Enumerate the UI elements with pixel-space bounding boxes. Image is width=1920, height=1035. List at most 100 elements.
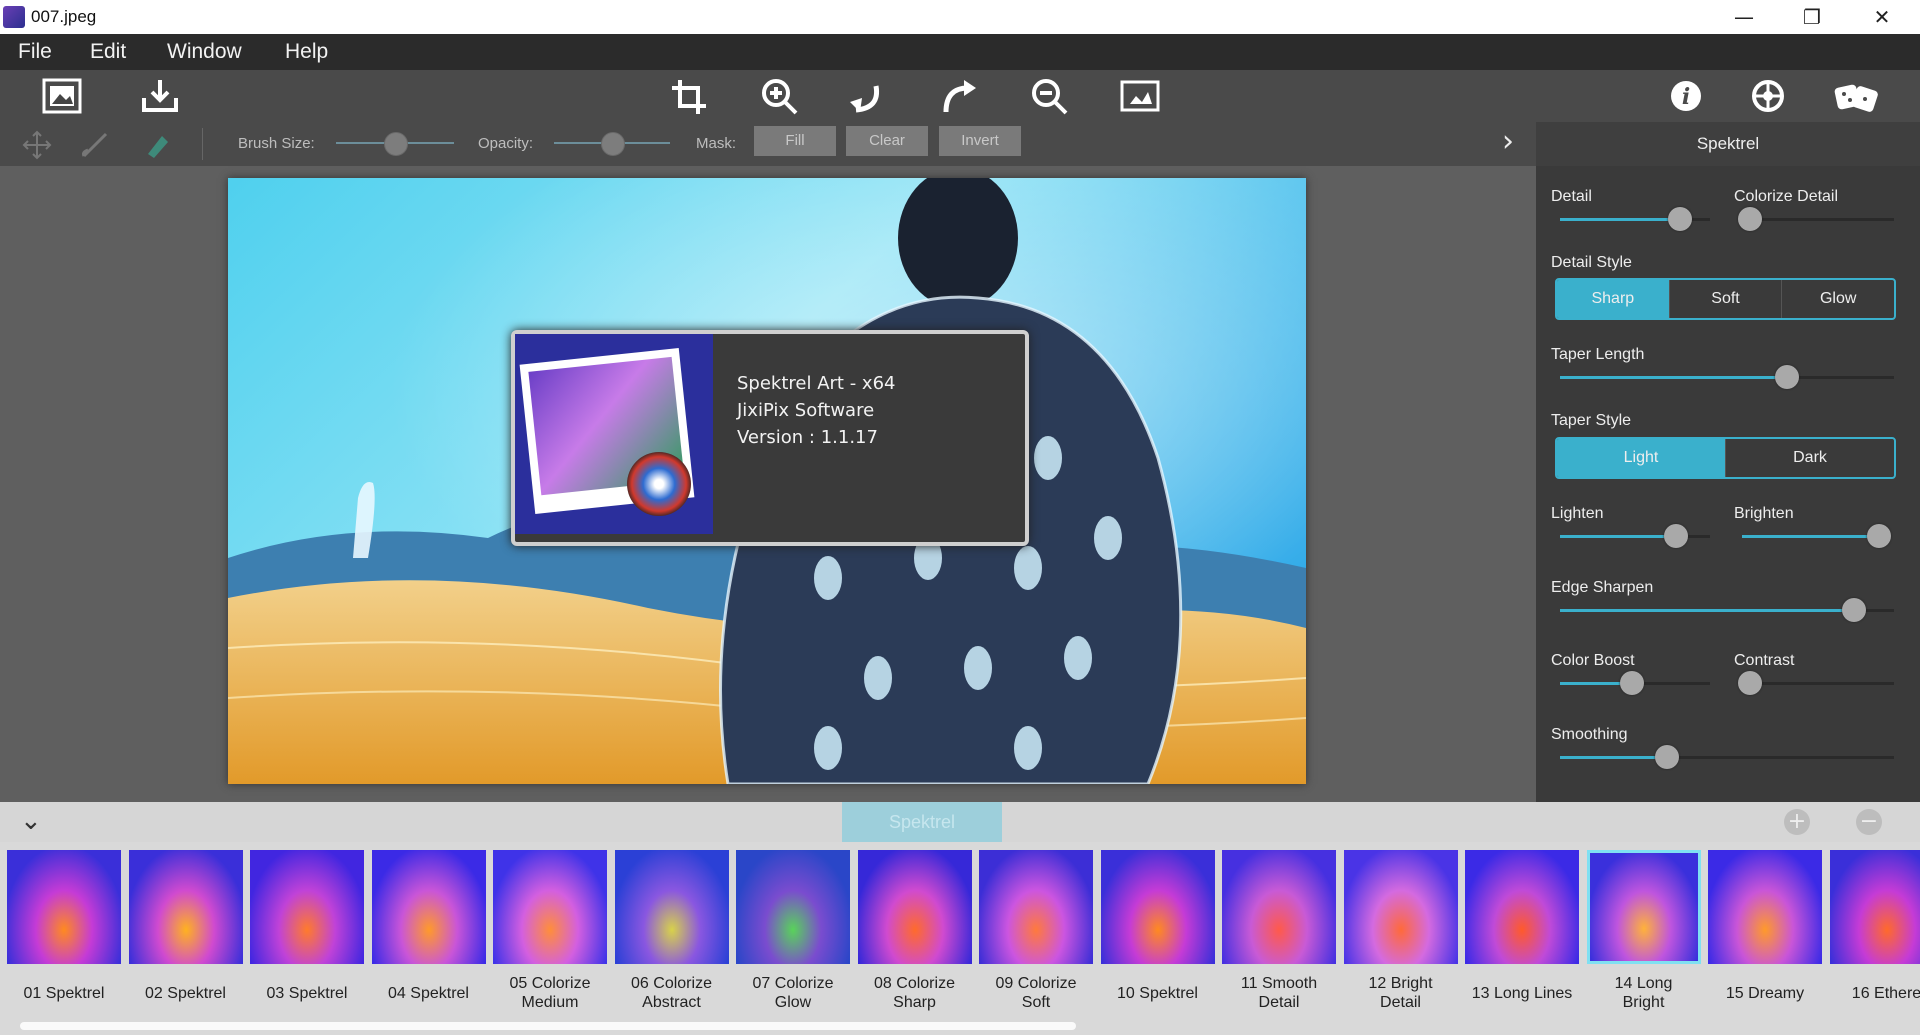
menu-help[interactable]: Help (285, 40, 328, 64)
preset-label[interactable]: 12 Bright Detail (1341, 974, 1461, 1012)
detail-label: Detail (1551, 188, 1592, 205)
detail-slider-knob[interactable] (1668, 207, 1692, 231)
edge-sharpen-slider-knob[interactable] (1841, 598, 1866, 622)
save-icon[interactable] (138, 76, 182, 116)
rotate-left-icon[interactable] (846, 76, 890, 116)
crop-icon[interactable] (668, 76, 712, 116)
mask-toolbar: Brush Size: Opacity: Mask: Fill Clear In… (0, 122, 1536, 166)
preset-label[interactable]: 14 Long Bright (1584, 974, 1704, 1012)
preset-label[interactable]: 13 Long Lines (1462, 984, 1582, 1003)
restore-button[interactable]: ❐ (1778, 0, 1846, 34)
lighten-slider-knob[interactable] (1663, 524, 1688, 548)
zoom-in-icon[interactable] (758, 76, 802, 116)
contrast-slider-knob[interactable] (1737, 671, 1762, 695)
mask-label: Mask: (696, 135, 737, 152)
brighten-slider-knob[interactable] (1867, 524, 1892, 548)
preset-thumbnail[interactable] (1708, 850, 1822, 964)
svg-text:i: i (1682, 84, 1690, 110)
preset-thumbnail[interactable] (736, 850, 850, 964)
random-dice-icon[interactable] (1832, 76, 1882, 116)
detail-style-label: Detail Style (1551, 254, 1632, 271)
minimize-button[interactable]: — (1710, 0, 1778, 34)
info-icon[interactable]: i (1664, 76, 1708, 116)
zoom-out-icon[interactable] (1028, 76, 1072, 116)
preset-label[interactable]: 01 Spektrel (4, 984, 124, 1003)
preset-label[interactable]: 09 Colorize Soft (976, 974, 1096, 1012)
preset-label[interactable]: 04 Spektrel (369, 984, 489, 1003)
title-bar: 007.jpeg — ❐ ✕ (0, 0, 1920, 34)
color-boost-slider-knob[interactable] (1620, 671, 1644, 695)
app-icon (3, 6, 25, 28)
preset-label[interactable]: 06 Colorize Abstract (612, 974, 732, 1012)
menu-edit[interactable]: Edit (90, 40, 126, 64)
detail-style-soft[interactable]: Soft (1670, 280, 1783, 318)
preset-thumbnail[interactable] (371, 850, 486, 964)
preset-thumbnail[interactable] (614, 850, 729, 964)
preset-thumbnail[interactable] (7, 850, 121, 964)
preset-thumbnail[interactable] (1100, 850, 1215, 964)
window-title: 007.jpeg (31, 7, 97, 26)
open-image-icon[interactable] (40, 76, 84, 116)
preset-thumbnail[interactable] (128, 850, 243, 964)
brighten-slider-fill (1742, 535, 1880, 538)
taper-style-dark[interactable]: Dark (1726, 439, 1894, 477)
remove-preset-icon[interactable]: − (1856, 809, 1882, 835)
preset-label[interactable]: 03 Spektrel (247, 984, 367, 1003)
eraser-icon[interactable] (142, 130, 172, 160)
close-button[interactable]: ✕ (1848, 0, 1916, 34)
toolbar-divider (202, 128, 203, 160)
mask-clear-button[interactable]: Clear (846, 126, 928, 156)
lighten-label: Lighten (1551, 505, 1604, 522)
brush-size-slider-knob[interactable] (384, 132, 408, 156)
colorize-detail-slider[interactable] (1742, 218, 1894, 221)
preset-label[interactable]: 10 Spektrel (1098, 984, 1218, 1003)
about-product: Spektrel Art - x64 (737, 373, 896, 394)
move-icon[interactable] (22, 130, 52, 160)
taper-length-slider-knob[interactable] (1775, 365, 1800, 389)
smoothing-slider-knob[interactable] (1654, 745, 1679, 769)
contrast-slider[interactable] (1742, 682, 1894, 685)
taper-style-light[interactable]: Light (1557, 439, 1726, 477)
menu-file[interactable]: File (18, 40, 52, 64)
preset-label[interactable]: 07 Colorize Glow (733, 974, 853, 1012)
preset-thumbnail[interactable] (1465, 850, 1579, 964)
detail-style-sharp[interactable]: Sharp (1557, 280, 1670, 318)
preset-label[interactable]: 05 Colorize Medium (490, 974, 610, 1012)
preset-label[interactable]: 15 Dreamy (1705, 984, 1825, 1003)
panel-toggle-arrow-icon[interactable]: › (1502, 124, 1514, 159)
smoothing-label: Smoothing (1551, 726, 1628, 743)
preset-thumbnail[interactable] (1586, 850, 1701, 964)
opacity-slider-knob[interactable] (601, 132, 625, 156)
preset-label[interactable]: 02 Spektrel (126, 984, 246, 1003)
color-boost-label: Color Boost (1551, 652, 1635, 669)
rotate-right-icon[interactable] (936, 76, 980, 116)
mask-fill-button[interactable]: Fill (754, 126, 836, 156)
preset-thumbnail[interactable] (493, 850, 607, 964)
preset-scrollbar[interactable] (20, 1022, 1076, 1030)
collapse-presets-icon[interactable]: ⌄ (20, 806, 42, 836)
settings-icon[interactable] (1746, 76, 1790, 116)
preset-label[interactable]: 08 Colorize Sharp (855, 974, 975, 1012)
logo-lens-icon (627, 452, 691, 516)
detail-style-glow[interactable]: Glow (1782, 280, 1894, 318)
panel-title: Spektrel (1536, 122, 1920, 166)
brighten-label: Brighten (1734, 505, 1794, 522)
mask-invert-button[interactable]: Invert (939, 126, 1021, 156)
colorize-detail-slider-knob[interactable] (1737, 207, 1762, 231)
colorize-detail-label: Colorize Detail (1734, 188, 1839, 205)
preset-label[interactable]: 11 Smooth Detail (1219, 974, 1339, 1012)
menu-window[interactable]: Window (167, 40, 242, 64)
brush-icon[interactable] (80, 130, 114, 160)
preset-label[interactable]: 16 Ethere (1827, 984, 1920, 1003)
fit-screen-icon[interactable] (1118, 76, 1162, 116)
preset-thumbnail[interactable] (250, 850, 364, 964)
preset-thumbnail[interactable] (979, 850, 1093, 964)
preset-thumbnail[interactable] (857, 850, 972, 964)
preset-thumbnail[interactable] (1829, 850, 1920, 964)
preset-thumbnail[interactable] (1222, 850, 1336, 964)
add-preset-icon[interactable]: + (1784, 809, 1810, 835)
about-logo (515, 334, 713, 534)
preset-thumbnail[interactable] (1343, 850, 1458, 964)
edge-sharpen-label: Edge Sharpen (1551, 579, 1654, 596)
preset-collection-tab[interactable]: Spektrel (842, 802, 1002, 842)
